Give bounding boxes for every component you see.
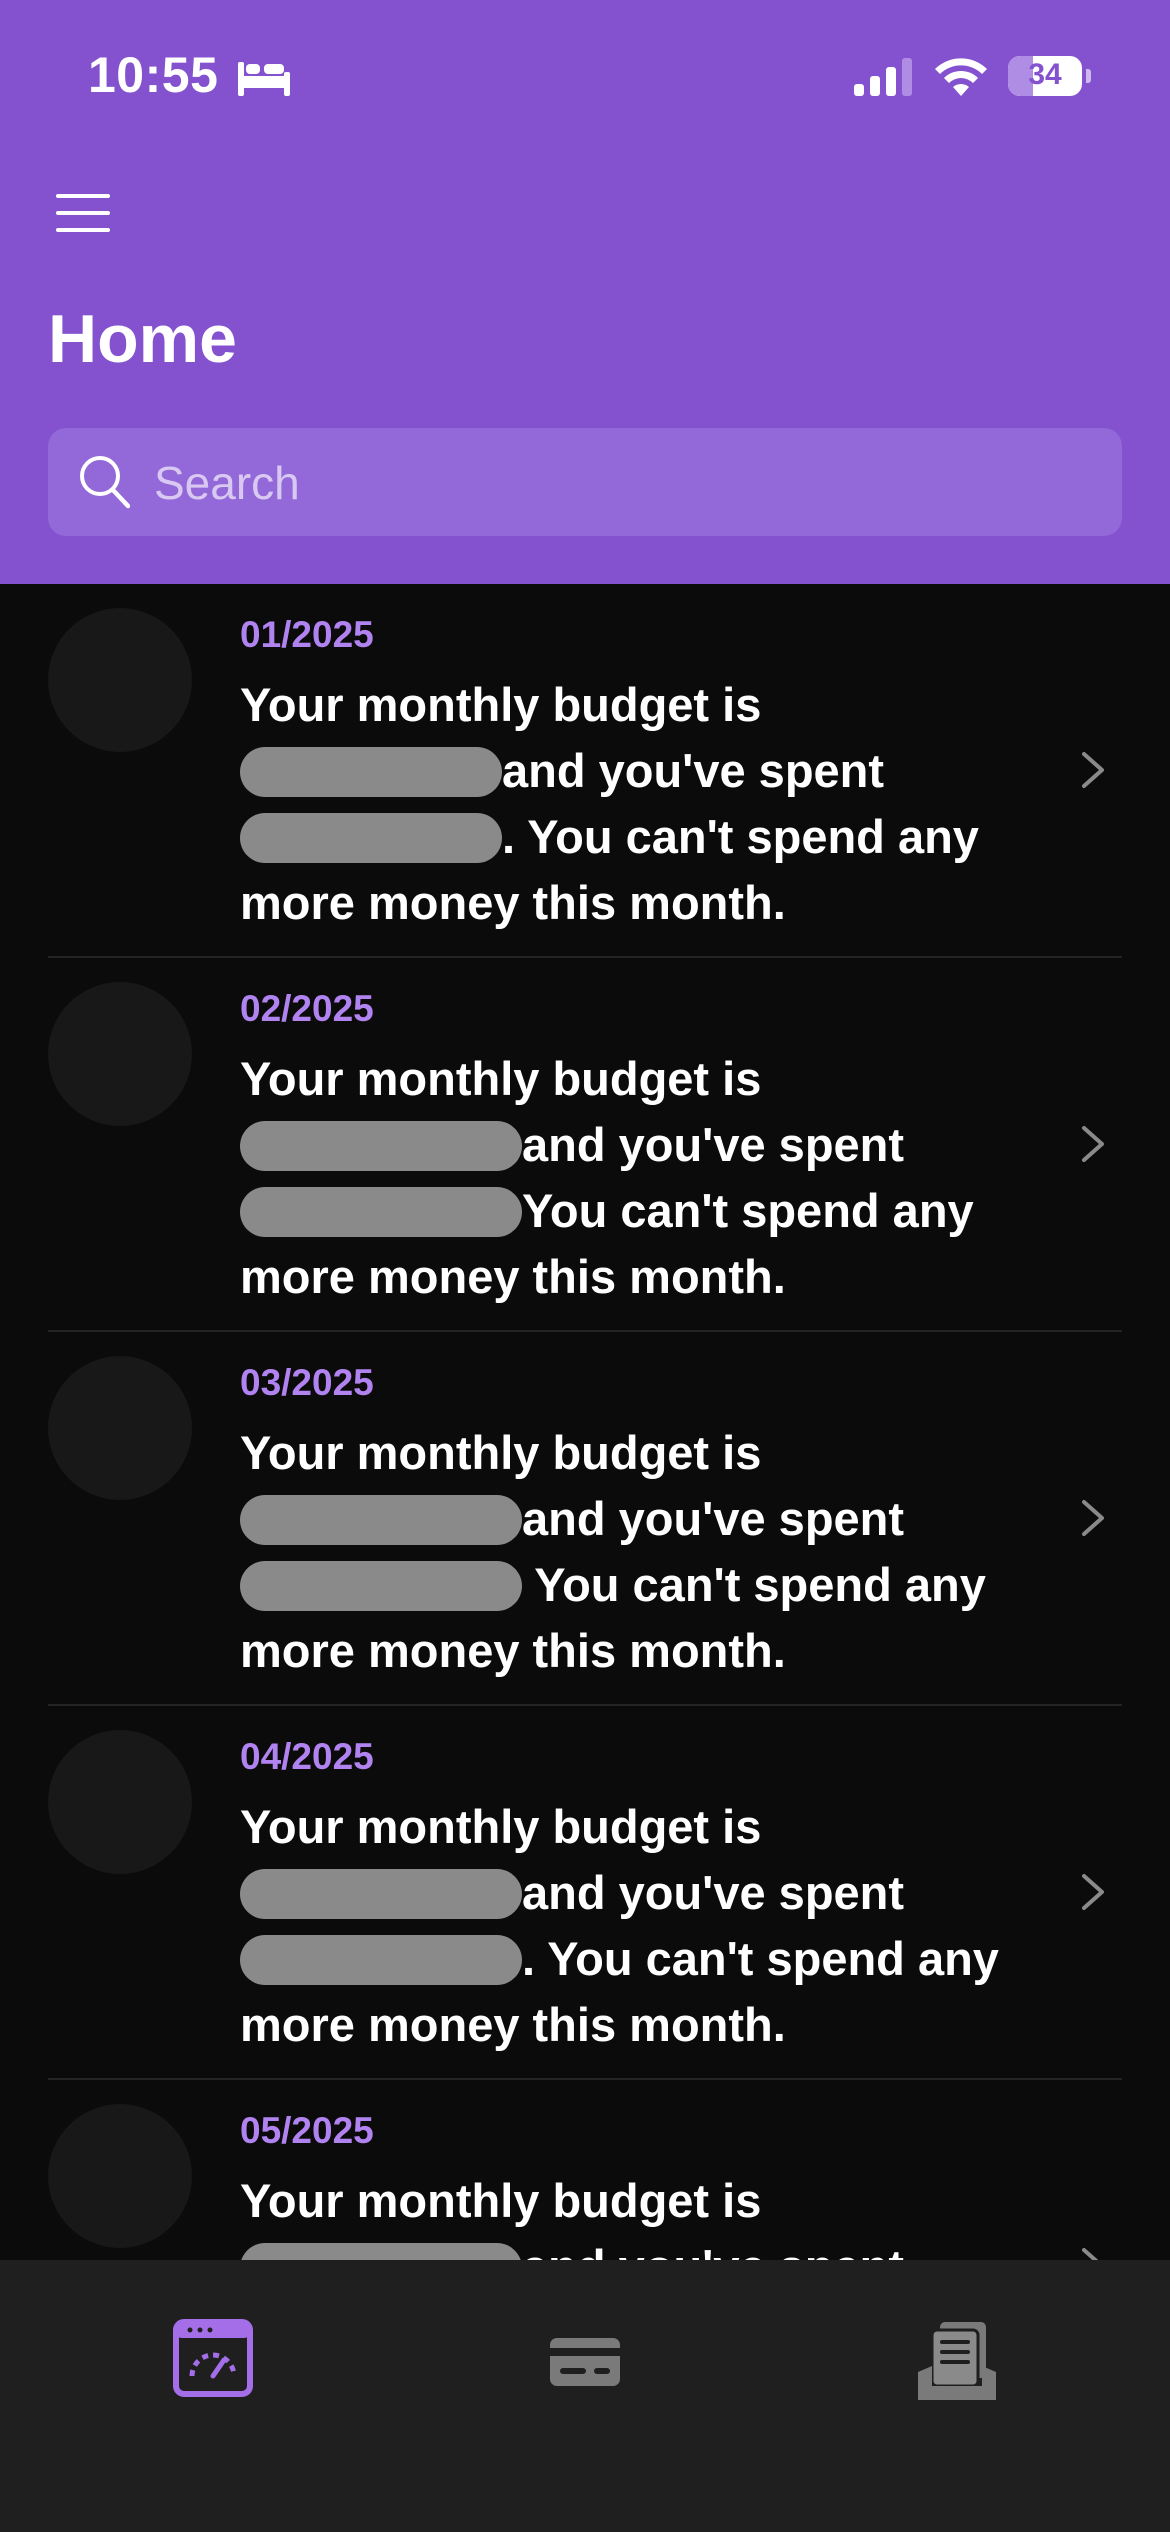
home-indicator bbox=[390, 2500, 780, 2512]
list-item-message: Your monthly budget is and you've spent bbox=[240, 2168, 1040, 2260]
redacted-amount bbox=[240, 1187, 522, 1237]
list-item-date: 04/2025 bbox=[240, 1736, 374, 1777]
receipt-stack-icon bbox=[918, 2322, 996, 2400]
redacted-amount bbox=[240, 2243, 522, 2260]
tab-dashboard[interactable] bbox=[172, 2316, 262, 2406]
message-line1: Your monthly budget is bbox=[240, 1052, 762, 1105]
redacted-amount bbox=[240, 747, 502, 797]
chevron-right-icon bbox=[1082, 2248, 1099, 2260]
search-input[interactable] bbox=[152, 446, 1076, 520]
wifi-icon bbox=[935, 58, 987, 96]
message-mid: and you've spent bbox=[522, 2240, 904, 2260]
hamburger-icon[interactable] bbox=[54, 192, 112, 234]
list-item-02-2025[interactable]: 02/2025 Your monthly budget is and you'v… bbox=[0, 958, 1170, 1332]
bed-icon bbox=[238, 62, 290, 96]
list-item-date: 03/2025 bbox=[240, 1362, 374, 1403]
page-title: Home bbox=[48, 301, 237, 377]
avatar bbox=[48, 1356, 192, 1500]
list-item-message: Your monthly budget is and you've spent … bbox=[240, 1046, 1040, 1310]
avatar bbox=[48, 1730, 192, 1874]
redacted-amount bbox=[240, 1495, 522, 1545]
message-mid: and you've spent bbox=[502, 744, 885, 797]
header: 10:55 34 Home bbox=[0, 0, 1170, 584]
cellular-signal-icon bbox=[854, 58, 912, 96]
list-item-message: Your monthly budget is and you've spent … bbox=[240, 672, 1040, 936]
list-item-03-2025[interactable]: 03/2025 Your monthly budget is and you'v… bbox=[0, 1332, 1170, 1706]
redacted-amount bbox=[240, 1561, 522, 1611]
chevron-right-icon bbox=[1082, 1500, 1104, 1536]
status-time: 10:55 bbox=[88, 47, 219, 103]
list-item-05-2025[interactable]: 05/2025 Your monthly budget is and you'v… bbox=[0, 2080, 1170, 2260]
chevron-right-icon bbox=[1082, 1126, 1104, 1162]
avatar bbox=[48, 982, 192, 1126]
budget-list: 01/2025 Your monthly budget is and you'v… bbox=[0, 584, 1170, 2260]
message-line1: Your monthly budget is bbox=[240, 2174, 762, 2227]
list-item-message: Your monthly budget is and you've spent … bbox=[240, 1794, 1040, 2058]
list-item-date: 02/2025 bbox=[240, 988, 374, 1029]
redacted-amount bbox=[240, 1935, 522, 1985]
message-mid: and you've spent bbox=[522, 1118, 905, 1171]
chevron-right-icon bbox=[1082, 1874, 1104, 1910]
credit-card-icon bbox=[550, 2338, 620, 2386]
tab-cards[interactable] bbox=[540, 2316, 630, 2406]
list-item-date: 01/2025 bbox=[240, 614, 374, 655]
redacted-amount bbox=[240, 1869, 522, 1919]
redacted-amount bbox=[240, 1121, 522, 1171]
avatar bbox=[48, 2104, 192, 2248]
list-item-date: 05/2025 bbox=[240, 2110, 374, 2151]
battery-indicator: 34 bbox=[1008, 56, 1091, 98]
list-item-04-2025[interactable]: 04/2025 Your monthly budget is and you'v… bbox=[0, 1706, 1170, 2080]
message-line1: Your monthly budget is bbox=[240, 1800, 762, 1853]
avatar bbox=[48, 608, 192, 752]
message-line1: Your monthly budget is bbox=[240, 1426, 762, 1479]
message-mid: and you've spent bbox=[522, 1866, 905, 1919]
tab-bar bbox=[0, 2260, 1170, 2532]
redacted-amount bbox=[240, 813, 502, 863]
battery-cap bbox=[1086, 69, 1091, 83]
search-icon bbox=[80, 456, 130, 509]
list-item-message: Your monthly budget is and you've spent … bbox=[240, 1420, 1040, 1684]
message-mid: and you've spent bbox=[522, 1492, 905, 1545]
search-bar[interactable] bbox=[48, 428, 1122, 536]
battery-level: 34 bbox=[1028, 58, 1062, 91]
dashboard-icon bbox=[173, 2319, 253, 2397]
chevron-right-icon bbox=[1082, 752, 1104, 788]
message-line1: Your monthly budget is bbox=[240, 678, 762, 731]
tab-statements[interactable] bbox=[912, 2316, 1002, 2406]
list-item-01-2025[interactable]: 01/2025 Your monthly budget is and you'v… bbox=[0, 584, 1170, 958]
